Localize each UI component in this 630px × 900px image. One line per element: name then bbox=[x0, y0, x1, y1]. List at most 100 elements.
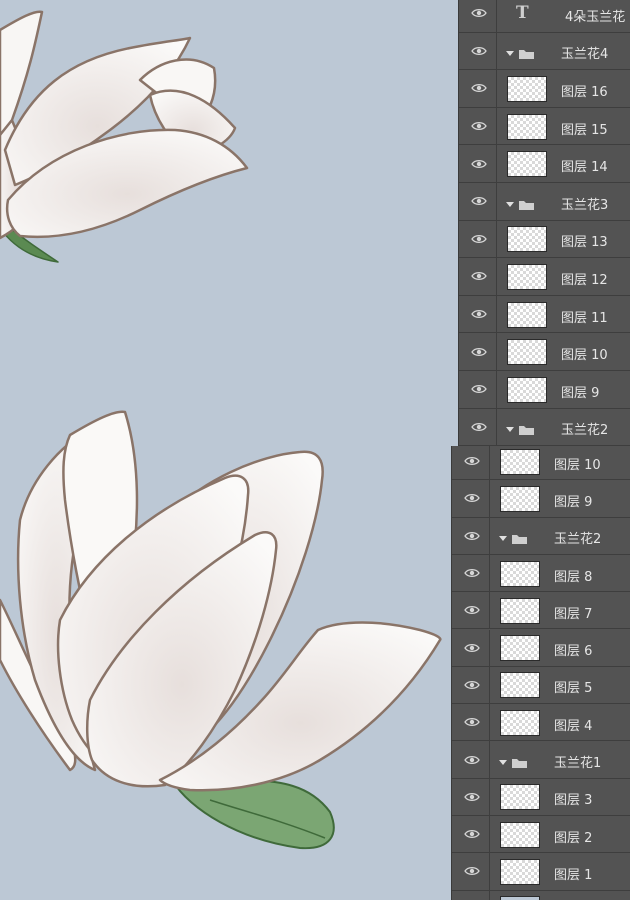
layer-name: 图层 4 bbox=[554, 718, 593, 734]
layer-thumbnail bbox=[500, 858, 540, 885]
layers-panel-top[interactable]: T 4朵玉兰花玉兰花4 图层 16 图层 15 图层 14 玉兰花3 图层 13 图层 12 图… bbox=[458, 0, 630, 446]
layer-name: 图层 10 bbox=[554, 457, 601, 473]
layer-name: 玉兰花1 bbox=[554, 756, 602, 772]
group-folder-icon[interactable] bbox=[505, 421, 535, 440]
layer-thumbnail bbox=[500, 448, 540, 475]
layer-row[interactable]: 图层 10 bbox=[459, 333, 630, 371]
layer-group-row[interactable]: 玉兰花2 bbox=[452, 517, 630, 555]
layer-thumbnail bbox=[507, 339, 547, 366]
layer-name: 图层 10 bbox=[561, 348, 608, 364]
layer-thumbnail bbox=[507, 301, 547, 328]
visibility-eye-icon[interactable] bbox=[461, 32, 497, 70]
visibility-eye-icon[interactable] bbox=[454, 517, 490, 554]
layer-thumbnail bbox=[507, 113, 547, 140]
layer-name: 图层 14 bbox=[561, 160, 608, 176]
visibility-eye-icon[interactable] bbox=[461, 107, 497, 145]
layer-name: 图层 5 bbox=[554, 681, 593, 697]
layer-thumbnail bbox=[500, 784, 540, 811]
layer-thumbnail bbox=[500, 560, 540, 587]
layer-name: 图层 11 bbox=[561, 310, 608, 326]
visibility-eye-icon[interactable] bbox=[461, 183, 497, 220]
layer-row[interactable]: 图层 14 bbox=[459, 145, 630, 183]
layer-row[interactable]: 图层 7 bbox=[452, 592, 630, 630]
layer-thumbnail bbox=[507, 75, 547, 102]
layer-thumbnail bbox=[500, 597, 540, 624]
layer-row[interactable]: 图层 8 bbox=[452, 554, 630, 593]
visibility-eye-icon[interactable] bbox=[461, 0, 497, 32]
text-layer-row[interactable]: T 4朵玉兰花 bbox=[459, 0, 630, 33]
layer-thumbnail bbox=[507, 226, 547, 253]
layer-name: 图层 15 bbox=[561, 122, 608, 138]
visibility-eye-icon[interactable] bbox=[461, 145, 497, 182]
layer-row[interactable]: 图层 11 bbox=[459, 295, 630, 334]
visibility-eye-icon[interactable] bbox=[461, 371, 497, 408]
visibility-eye-icon[interactable] bbox=[454, 592, 490, 629]
layer-row[interactable]: 图层 1 bbox=[452, 853, 630, 891]
visibility-eye-icon[interactable] bbox=[461, 333, 497, 370]
layer-name: 图层 8 bbox=[554, 569, 593, 585]
layer-row[interactable]: 图层 9 bbox=[459, 371, 630, 409]
visibility-eye-icon[interactable] bbox=[461, 408, 497, 446]
background-layer-row[interactable]: 背景 bbox=[452, 890, 630, 900]
visibility-eye-icon[interactable] bbox=[454, 778, 490, 815]
visibility-eye-icon[interactable] bbox=[454, 741, 490, 778]
layer-row[interactable]: 图层 6 bbox=[452, 629, 630, 667]
layer-name: 图层 1 bbox=[554, 867, 593, 883]
layer-name: 图层 13 bbox=[561, 235, 608, 251]
visibility-eye-icon[interactable] bbox=[454, 890, 490, 900]
layer-thumbnail bbox=[500, 635, 540, 662]
layer-row[interactable]: 图层 3 bbox=[452, 778, 630, 816]
layer-name: 图层 6 bbox=[554, 644, 593, 660]
layer-thumbnail bbox=[507, 263, 547, 290]
layer-name: 玉兰花2 bbox=[561, 423, 609, 439]
visibility-eye-icon[interactable] bbox=[454, 666, 490, 704]
visibility-eye-icon[interactable] bbox=[454, 480, 490, 517]
layer-row[interactable]: 图层 12 bbox=[459, 258, 630, 296]
layer-name: 图层 9 bbox=[561, 385, 600, 401]
layer-name: 图层 7 bbox=[554, 606, 593, 622]
visibility-eye-icon[interactable] bbox=[461, 220, 497, 258]
layer-thumbnail bbox=[500, 896, 540, 900]
layer-thumbnail bbox=[507, 376, 547, 403]
layer-row[interactable]: 图层 10 bbox=[452, 446, 630, 481]
group-folder-icon[interactable] bbox=[505, 45, 535, 64]
layer-name: 玉兰花3 bbox=[561, 197, 609, 213]
layer-thumbnail bbox=[500, 821, 540, 848]
layer-name: 玉兰花2 bbox=[554, 532, 602, 548]
layer-row[interactable]: 图层 16 bbox=[459, 70, 630, 108]
layer-row[interactable]: 图层 5 bbox=[452, 666, 630, 705]
layer-name: 4朵玉兰花 bbox=[565, 9, 626, 25]
layer-name: 图层 3 bbox=[554, 793, 593, 809]
layer-row[interactable]: 图层 4 bbox=[452, 704, 630, 742]
visibility-eye-icon[interactable] bbox=[454, 554, 490, 592]
group-folder-icon[interactable] bbox=[498, 754, 528, 773]
layer-name: 图层 12 bbox=[561, 272, 608, 288]
layer-group-row[interactable]: 玉兰花4 bbox=[459, 32, 630, 71]
layer-row[interactable]: 图层 2 bbox=[452, 816, 630, 854]
layer-thumbnail bbox=[500, 672, 540, 699]
group-folder-icon[interactable] bbox=[498, 530, 528, 549]
layer-name: 图层 9 bbox=[554, 494, 593, 510]
group-folder-icon[interactable] bbox=[505, 196, 535, 215]
layer-name: 图层 2 bbox=[554, 830, 593, 846]
visibility-eye-icon[interactable] bbox=[454, 629, 490, 666]
layer-thumbnail bbox=[500, 485, 540, 512]
visibility-eye-icon[interactable] bbox=[461, 295, 497, 333]
visibility-eye-icon[interactable] bbox=[454, 853, 490, 890]
layer-group-row[interactable]: 玉兰花1 bbox=[452, 741, 630, 779]
visibility-eye-icon[interactable] bbox=[454, 704, 490, 741]
text-layer-icon: T bbox=[516, 2, 529, 23]
visibility-eye-icon[interactable] bbox=[454, 446, 490, 480]
layers-panel-bottom[interactable]: 图层 10 图层 9 玉兰花2 图层 8 图层 7 图层 6 图层 5 图层 4 玉兰花1 图层 … bbox=[451, 446, 630, 900]
layer-name: 玉兰花4 bbox=[561, 47, 609, 63]
layer-row[interactable]: 图层 13 bbox=[459, 220, 630, 259]
layer-group-row[interactable]: 玉兰花2 bbox=[459, 408, 630, 446]
visibility-eye-icon[interactable] bbox=[461, 70, 497, 107]
visibility-eye-icon[interactable] bbox=[461, 258, 497, 295]
visibility-eye-icon[interactable] bbox=[454, 816, 490, 853]
layer-row[interactable]: 图层 9 bbox=[452, 480, 630, 518]
layer-thumbnail bbox=[507, 151, 547, 178]
layer-name: 图层 16 bbox=[561, 84, 608, 100]
layer-group-row[interactable]: 玉兰花3 bbox=[459, 183, 630, 221]
layer-row[interactable]: 图层 15 bbox=[459, 107, 630, 146]
